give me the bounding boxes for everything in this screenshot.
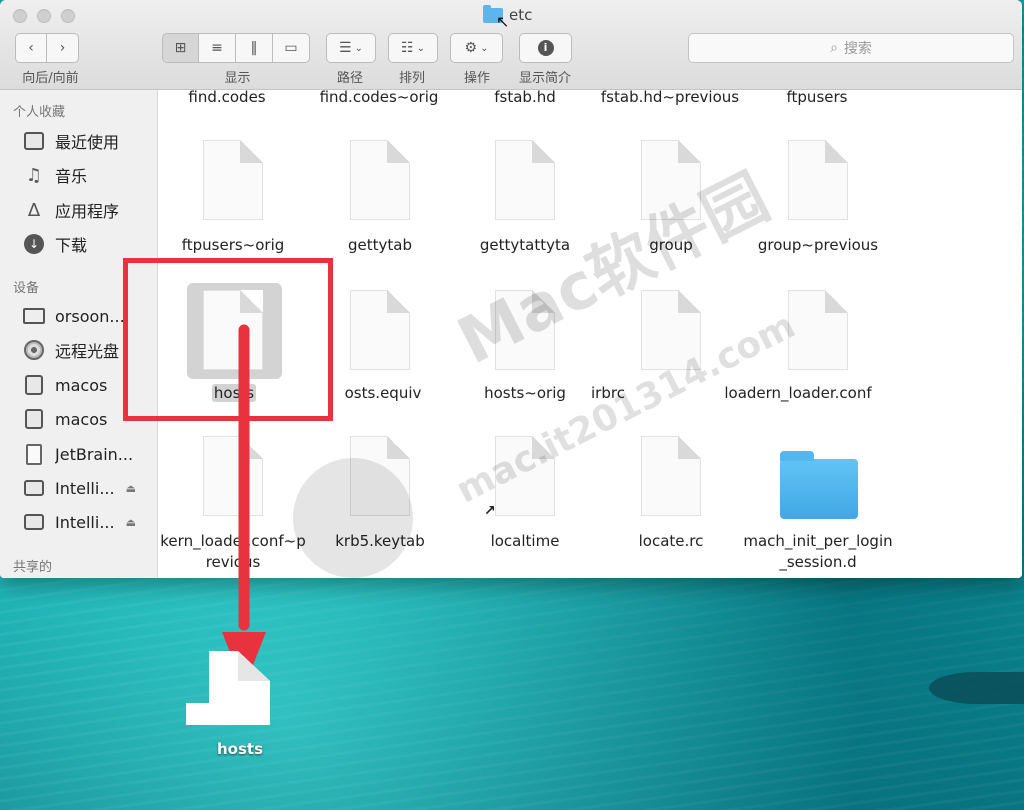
drag-arrow-icon [222, 324, 266, 688]
dragged-file-icon[interactable] [176, 643, 272, 725]
dragged-file-label[interactable]: hosts [200, 740, 280, 758]
